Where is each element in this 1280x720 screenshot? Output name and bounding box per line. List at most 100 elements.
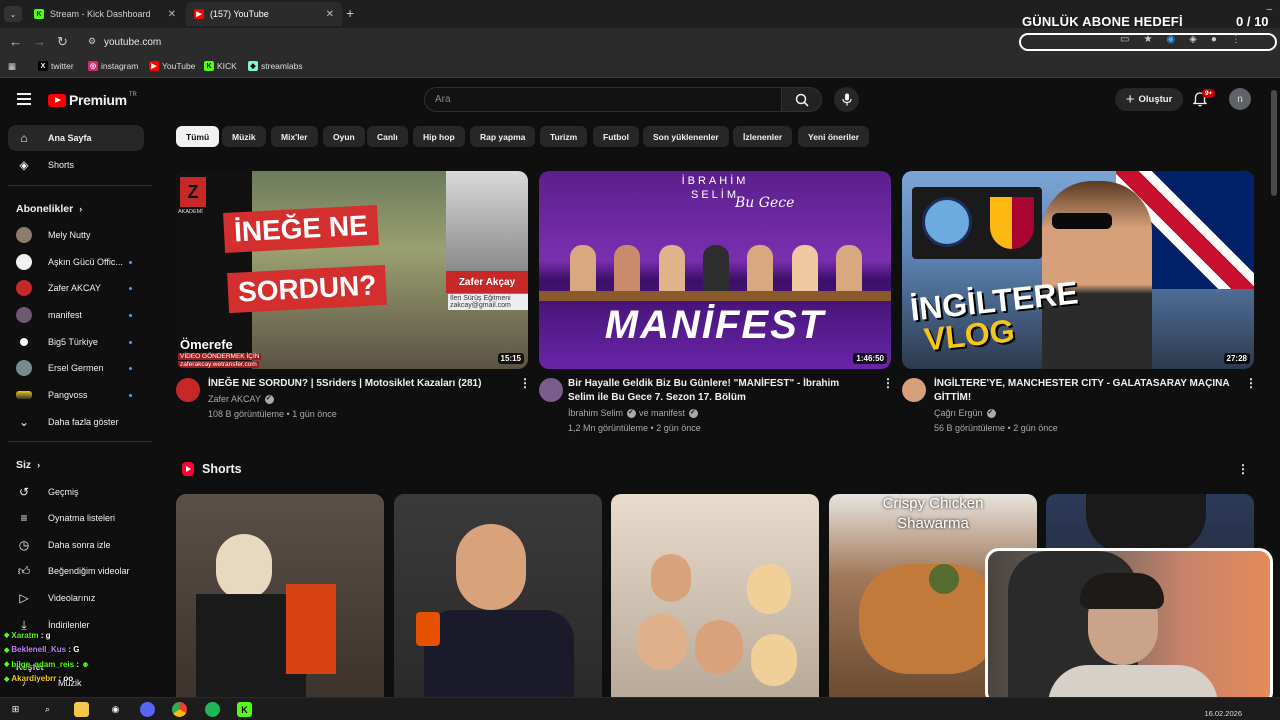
- search-button[interactable]: [781, 87, 822, 112]
- address-bar[interactable]: ⚙ youtube.com: [82, 31, 1022, 53]
- chip[interactable]: Müzik: [222, 126, 266, 147]
- sidebar-item-home[interactable]: ⌂ Ana Sayfa: [8, 125, 144, 151]
- extension-icons: ▭ ★ ◉ ◈ ● ⋮: [1120, 34, 1241, 45]
- sidebar-item-watch-later[interactable]: ◷ Daha sonra izle: [8, 532, 144, 558]
- account-avatar[interactable]: n: [1229, 88, 1251, 110]
- reload-icon[interactable]: ↻: [57, 34, 68, 50]
- channel-avatar[interactable]: [539, 378, 563, 402]
- chip[interactable]: İzlenenler: [733, 126, 793, 147]
- windows-taskbar: ⊞ ⌕ ◉ K 16.02.2026: [0, 697, 1280, 720]
- subscriptions-heading[interactable]: Abonelikler ›: [16, 203, 82, 215]
- more-options-icon[interactable]: ⋮: [519, 377, 531, 389]
- chip[interactable]: Son yüklenenler: [643, 126, 729, 147]
- tab-youtube[interactable]: ▶ (157) YouTube ✕: [186, 2, 342, 26]
- bookmark-twitter[interactable]: Xtwitter: [38, 61, 74, 71]
- sidebar-item-subscription[interactable]: Big5 Türkiye: [8, 329, 144, 355]
- url-text: youtube.com: [104, 36, 162, 48]
- shorts-more-options-icon[interactable]: ⋮: [1237, 463, 1249, 475]
- short-thumbnail[interactable]: [611, 494, 819, 700]
- sidebar-item-shorts[interactable]: ◈ Shorts: [8, 152, 144, 178]
- forward-icon[interactable]: →: [33, 34, 46, 49]
- sidebar-item-liked-videos[interactable]: 👍︎ Beğendiğim videolar: [8, 558, 144, 584]
- cast-icon[interactable]: ▭: [1120, 34, 1129, 45]
- sidebar-item-subscription[interactable]: Pangvoss: [8, 382, 144, 408]
- bookmark-instagram[interactable]: ◎ instagram: [88, 61, 138, 71]
- video-duration: 1:46:50: [853, 353, 887, 364]
- video-thumbnail[interactable]: Z AKADEMİ İNEĞE NE SORDUN? Zafer Akçay İ…: [176, 171, 528, 369]
- more-options-icon[interactable]: ⋮: [882, 377, 894, 389]
- chip[interactable]: Futbol: [593, 126, 639, 147]
- discord-icon[interactable]: [140, 702, 155, 717]
- short-thumbnail[interactable]: [394, 494, 602, 700]
- apps-grid-icon[interactable]: ▦: [8, 61, 16, 72]
- tab-search-icon[interactable]: ⌄: [4, 6, 22, 22]
- tab-kick-dashboard[interactable]: K Stream - Kick Dashboard ✕: [26, 2, 184, 26]
- extensions-puzzle-icon[interactable]: ◈: [1189, 34, 1197, 45]
- short-thumbnail[interactable]: [176, 494, 384, 700]
- chip[interactable]: Rap yapma: [470, 126, 536, 147]
- search-input[interactable]: Ara: [424, 87, 782, 112]
- chip[interactable]: Yeni öneriler: [798, 126, 870, 147]
- video-channel[interactable]: İbrahim Selimve manifest: [568, 408, 699, 418]
- obs-icon[interactable]: ◉: [108, 702, 123, 717]
- kick-app-icon[interactable]: K: [237, 702, 252, 717]
- spotify-icon[interactable]: [205, 702, 220, 717]
- page-scrollbar[interactable]: [1271, 90, 1277, 196]
- chip[interactable]: Canlı: [367, 126, 408, 147]
- stream-chat-overlay: ◆ Xaratm : g ◆ Beklenell_Kus : G ◆ bilge_ad…: [4, 628, 164, 686]
- chip[interactable]: Oyun: [323, 126, 365, 147]
- video-title[interactable]: İNGİLTERE'YE, MANCHESTER CITY - GALATASA…: [934, 377, 1234, 405]
- streamer-hair: [1080, 573, 1164, 609]
- sidebar-show-more[interactable]: ⌄ Daha fazla göster: [8, 409, 144, 435]
- sidebar-item-history[interactable]: ↺ Geçmiş: [8, 479, 144, 505]
- menu-dots-icon[interactable]: ⋮: [1231, 34, 1241, 45]
- chat-badge-icon: ◆: [4, 646, 10, 654]
- sidebar-item-subscription[interactable]: Zafer AKCAY: [8, 275, 144, 301]
- extension-icon[interactable]: ◉: [1166, 34, 1175, 45]
- hamburger-menu-icon[interactable]: [17, 93, 31, 105]
- video-title[interactable]: İNEĞE NE SORDUN? | 5Sriders | Motosiklet…: [208, 377, 508, 391]
- chat-message: ◆ Akardiyebrr : oo: [4, 674, 74, 684]
- you-heading[interactable]: Siz ›: [16, 459, 40, 471]
- more-options-icon[interactable]: ⋮: [1245, 377, 1257, 389]
- channel-avatar[interactable]: [902, 378, 926, 402]
- voice-search-button[interactable]: [834, 87, 859, 112]
- bookmark-streamlabs[interactable]: ◆ streamlabs: [248, 61, 303, 71]
- windows-start-icon[interactable]: ⊞: [8, 702, 23, 717]
- video-title[interactable]: Bir Hayalle Geldik Biz Bu Günlere! "MANİ…: [568, 377, 868, 405]
- youtube-premium-logo[interactable]: Premium TR: [48, 92, 137, 108]
- video-thumbnail[interactable]: İBRAHİM SELİM Bu Gece MANİFEST 1:46:50: [539, 171, 891, 369]
- chip[interactable]: Turizm: [540, 126, 588, 147]
- create-button[interactable]: + Oluştur: [1115, 88, 1183, 111]
- file-explorer-icon[interactable]: [74, 702, 89, 717]
- channel-avatar[interactable]: [176, 378, 200, 402]
- video-meta: 1,2 Mn görüntüleme • 2 gün önce: [568, 423, 701, 433]
- site-info-icon[interactable]: ⚙: [88, 36, 96, 47]
- sidebar-item-your-videos[interactable]: ▷ Videolarınız: [8, 585, 144, 611]
- sidebar-item-subscription[interactable]: Aşkın Gücü Offic...: [8, 249, 144, 275]
- sidebar-item-playlists[interactable]: ≡ Oynatma listeleri: [8, 505, 144, 531]
- bookmark-star-icon[interactable]: ★: [1143, 34, 1152, 45]
- video-thumbnail[interactable]: İNGİLTERE VLOG 27:28: [902, 171, 1254, 369]
- chip[interactable]: Hip hop: [413, 126, 465, 147]
- close-tab-icon[interactable]: ✕: [168, 9, 176, 20]
- sidebar-item-subscription[interactable]: manifest: [8, 302, 144, 328]
- back-icon[interactable]: ←: [9, 34, 22, 49]
- video-channel[interactable]: Çağrı Ergün: [934, 408, 996, 418]
- close-tab-icon[interactable]: ✕: [326, 9, 334, 20]
- bookmark-kick[interactable]: K KICK: [204, 61, 237, 71]
- chip-all[interactable]: Tümü: [176, 126, 220, 147]
- sidebar-item-subscription[interactable]: Mely Nutty: [8, 222, 144, 248]
- chip[interactable]: Mix'ler: [271, 126, 318, 147]
- profile-icon[interactable]: ●: [1211, 34, 1217, 45]
- search-icon[interactable]: ⌕: [40, 702, 55, 717]
- subscriber-goal-count: 0 / 10: [1236, 14, 1269, 29]
- channel-avatar: [16, 227, 32, 243]
- sidebar-item-subscription[interactable]: Ersel Germen: [8, 355, 144, 381]
- new-tab-icon[interactable]: +: [346, 5, 354, 21]
- video-channel[interactable]: Zafer AKCAY: [208, 394, 274, 404]
- chrome-icon[interactable]: [172, 702, 187, 717]
- bookmark-youtube[interactable]: ▶ YouTube: [149, 61, 195, 71]
- short-figure: [747, 564, 791, 614]
- history-icon: ↺: [18, 485, 30, 499]
